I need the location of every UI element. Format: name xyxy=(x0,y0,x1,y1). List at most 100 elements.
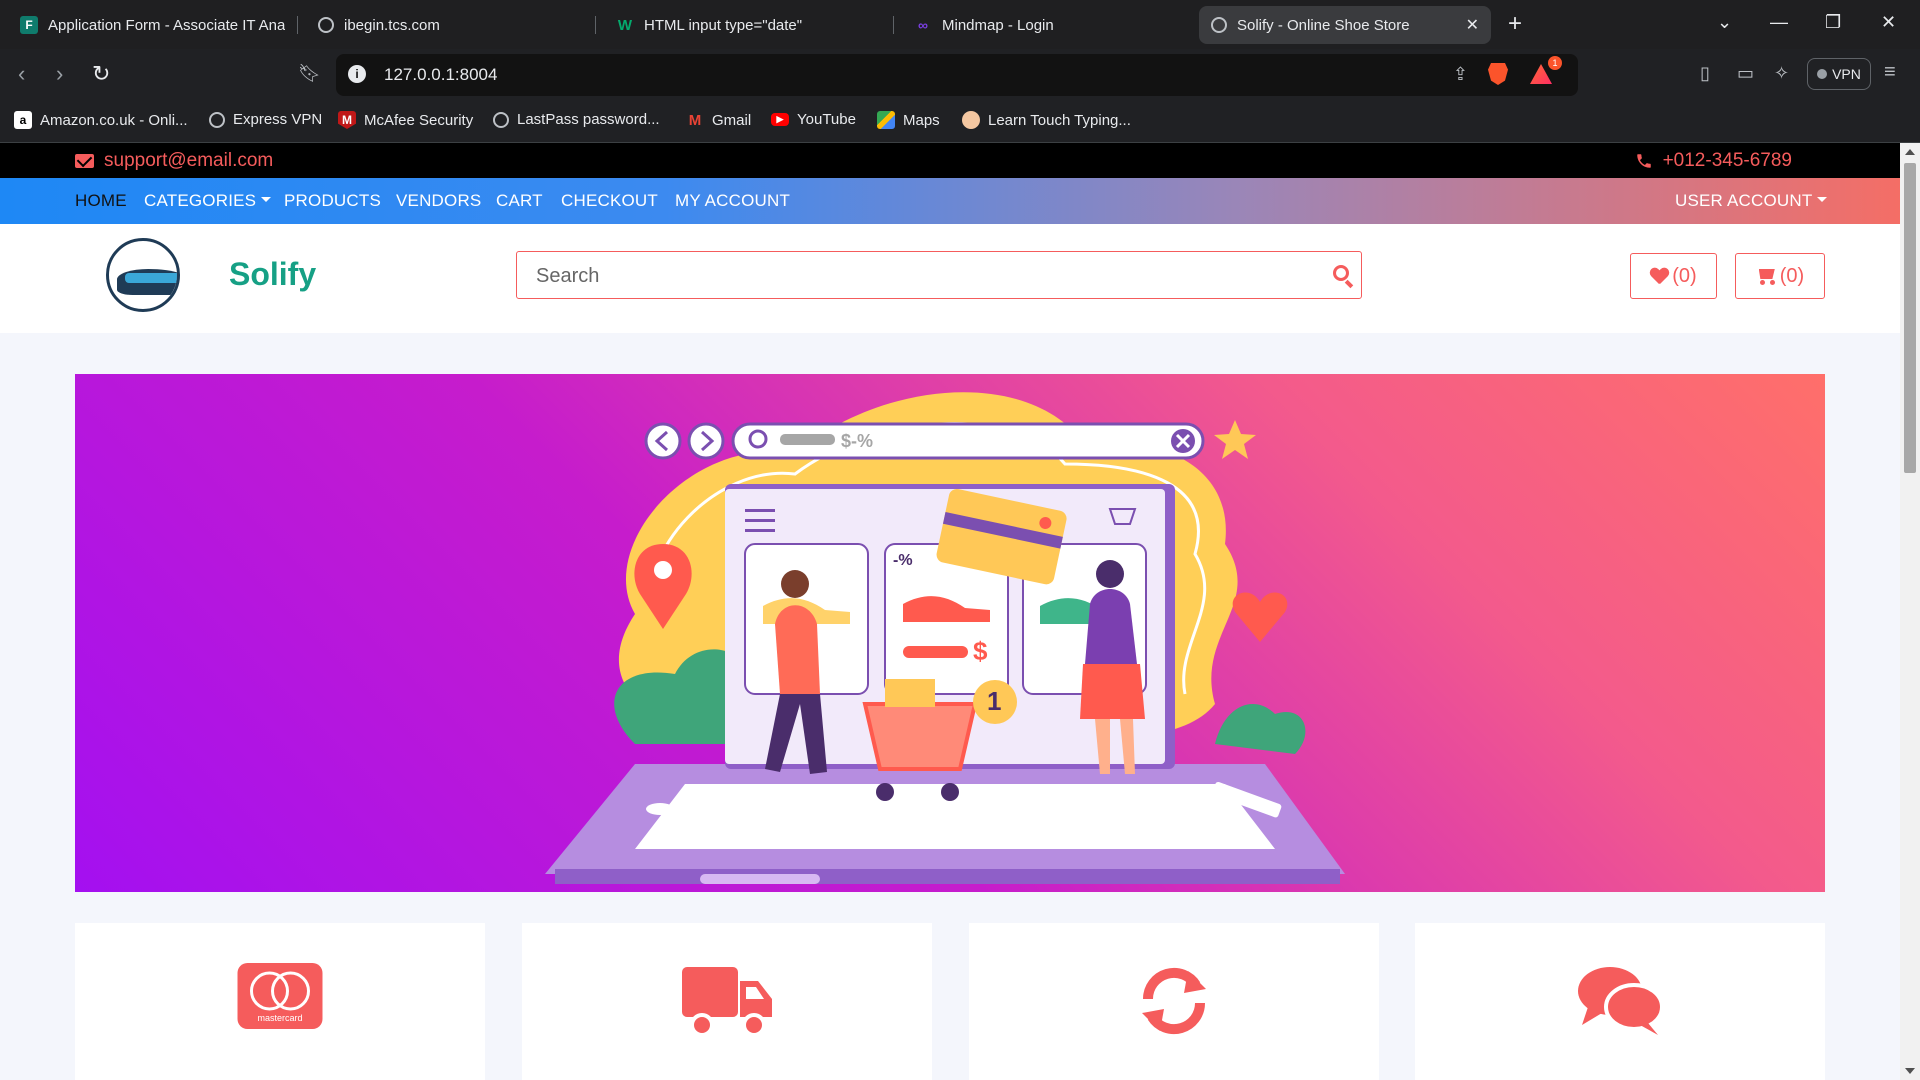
wishlist-button[interactable]: (0) xyxy=(1630,253,1717,299)
globe-icon xyxy=(318,17,334,33)
wallet-icon[interactable]: ▭ xyxy=(1737,63,1754,84)
bookmark-label: Amazon.co.uk - Onli... xyxy=(40,111,188,129)
hero-price-tag: $ xyxy=(973,636,988,666)
support-email[interactable]: support@email.com xyxy=(75,150,273,172)
close-icon[interactable]: ✕ xyxy=(1466,15,1479,35)
browser-tab[interactable]: ibegin.tcs.com xyxy=(306,6,596,44)
nav-home[interactable]: HOME xyxy=(75,191,127,211)
nav-user-account[interactable]: USER ACCOUNT xyxy=(1675,191,1828,211)
bookmark-icon[interactable]: 🔖︎ xyxy=(298,63,321,84)
bookmarks-bar: a Amazon.co.uk - Onli... Express VPN M M… xyxy=(0,101,1920,143)
tab-separator xyxy=(595,16,596,34)
nav-checkout[interactable]: CHECKOUT xyxy=(561,191,658,211)
nav-vendors[interactable]: VENDORS xyxy=(396,191,481,211)
scroll-up-icon[interactable] xyxy=(1905,149,1915,155)
scroll-down-icon[interactable] xyxy=(1905,1068,1915,1074)
bookmark-label: Gmail xyxy=(712,111,752,129)
refresh-icon xyxy=(1142,967,1206,1035)
support-phone[interactable]: +012-345-6789 xyxy=(1635,150,1792,172)
cart-button[interactable]: (0) xyxy=(1735,253,1825,299)
browser-tab[interactable]: W HTML input type="date" xyxy=(604,6,894,44)
typing-icon xyxy=(962,111,980,129)
reload-icon[interactable]: ↻ xyxy=(92,61,110,87)
vpn-button[interactable]: VPN xyxy=(1807,58,1871,90)
new-tab-button[interactable]: + xyxy=(1508,12,1522,36)
tab-title: HTML input type="date" xyxy=(644,16,803,34)
hero-banner[interactable]: $-% -% $ 1 xyxy=(75,374,1825,892)
hero-cart-badge: 1 xyxy=(987,686,1002,716)
vpn-label: VPN xyxy=(1832,66,1861,82)
feature-card-delivery xyxy=(522,923,932,1080)
tab-title: ibegin.tcs.com xyxy=(344,16,440,34)
search-placeholder: Search xyxy=(536,265,600,287)
w3schools-icon: W xyxy=(617,16,633,34)
back-icon[interactable]: ‹ xyxy=(18,61,25,87)
address-bar[interactable]: i 127.0.0.1:8004 ⇪ 1 xyxy=(336,54,1578,96)
bookmark-item[interactable]: M McAfee Security xyxy=(338,111,473,129)
amazon-icon: a xyxy=(14,111,32,129)
bookmark-label: McAfee Security xyxy=(364,111,474,129)
browser-tab-active[interactable]: Solify - Online Shoe Store ✕ xyxy=(1199,6,1491,44)
mcafee-icon: M xyxy=(338,111,356,129)
site-header: Solify Search (0) (0) xyxy=(0,224,1900,333)
contact-bar: support@email.com +012-345-6789 xyxy=(0,143,1900,178)
bookmark-label: Maps xyxy=(903,111,940,129)
bookmark-item[interactable]: Maps xyxy=(877,111,940,129)
url-text[interactable]: 127.0.0.1:8004 xyxy=(384,65,497,85)
globe-icon xyxy=(493,111,509,128)
bookmark-item[interactable]: Express VPN xyxy=(209,111,322,128)
mastercard-icon: mastercard xyxy=(237,963,323,1029)
nav-products[interactable]: PRODUCTS xyxy=(284,191,381,211)
browser-tab-bar: F Application Form - Associate IT Ana ib… xyxy=(0,0,1920,49)
email-text: support@email.com xyxy=(104,150,274,171)
search-input[interactable]: Search xyxy=(516,251,1362,299)
tab-title: Application Form - Associate IT Ana xyxy=(48,16,286,34)
feature-card-support xyxy=(1415,923,1825,1080)
browser-tab[interactable]: F Application Form - Associate IT Ana xyxy=(8,6,298,44)
bookmark-label: Learn Touch Typing... xyxy=(988,111,1131,129)
bookmark-label: Express VPN xyxy=(233,111,323,128)
sidebar-icon[interactable]: ▯ xyxy=(1700,63,1710,84)
globe-icon xyxy=(1211,17,1227,33)
cart-icon xyxy=(1756,268,1776,285)
restore-icon[interactable]: ❐ xyxy=(1825,12,1841,33)
nav-categories-label: CATEGORIES xyxy=(144,191,257,210)
page-scrollbar[interactable] xyxy=(1900,143,1920,1080)
web-page: support@email.com +012-345-6789 HOME CAT… xyxy=(0,143,1900,1080)
mastercard-text: mastercard xyxy=(257,1013,303,1023)
bookmark-item[interactable]: M Gmail xyxy=(686,111,751,129)
user-account-label: USER ACCOUNT xyxy=(1675,191,1813,210)
browser-tab[interactable]: ∞ Mindmap - Login xyxy=(902,6,1192,44)
close-window-icon[interactable]: ✕ xyxy=(1881,12,1896,33)
menu-icon[interactable]: ≡ xyxy=(1884,61,1896,84)
info-icon[interactable]: i xyxy=(348,65,366,83)
bookmark-item[interactable]: Learn Touch Typing... xyxy=(962,111,1131,129)
scrollbar-thumb[interactable] xyxy=(1904,163,1916,473)
hero-discount-tag: -% xyxy=(893,552,913,569)
browser-toolbar: ‹ › ↻ 🔖︎ i 127.0.0.1:8004 ⇪ 1 ▯ ▭ ✧ VPN … xyxy=(0,49,1920,101)
forward-icon[interactable]: › xyxy=(56,61,63,87)
main-nav: HOME CATEGORIES PRODUCTS VENDORS CART CH… xyxy=(0,178,1900,224)
brave-shields-icon[interactable] xyxy=(1488,63,1508,85)
bookmark-item[interactable]: LastPass password... xyxy=(493,111,660,128)
solify-logo[interactable] xyxy=(106,238,180,312)
bookmark-item[interactable]: a Amazon.co.uk - Onli... xyxy=(14,111,188,129)
tab-title: Solify - Online Shoe Store xyxy=(1237,16,1410,34)
brand-name[interactable]: Solify xyxy=(229,256,316,293)
search-icon[interactable] xyxy=(1333,265,1349,281)
phone-icon xyxy=(1636,154,1651,168)
truck-icon xyxy=(682,967,772,1037)
leo-ai-icon[interactable]: ✧ xyxy=(1774,63,1789,84)
phone-text: +012-345-6789 xyxy=(1662,150,1792,171)
bookmark-label: LastPass password... xyxy=(517,111,660,128)
nav-categories[interactable]: CATEGORIES xyxy=(144,191,272,211)
nav-cart[interactable]: CART xyxy=(496,191,543,211)
minimize-icon[interactable]: — xyxy=(1770,12,1788,33)
heart-icon xyxy=(1650,268,1668,284)
globe-icon xyxy=(209,111,225,128)
share-icon[interactable]: ⇪ xyxy=(1453,64,1468,85)
bookmark-item[interactable]: ▶ YouTube xyxy=(771,111,856,128)
mindmap-icon: ∞ xyxy=(918,17,928,33)
chevron-down-icon[interactable]: ⌄ xyxy=(1717,12,1732,33)
nav-my-account[interactable]: MY ACCOUNT xyxy=(675,191,790,211)
